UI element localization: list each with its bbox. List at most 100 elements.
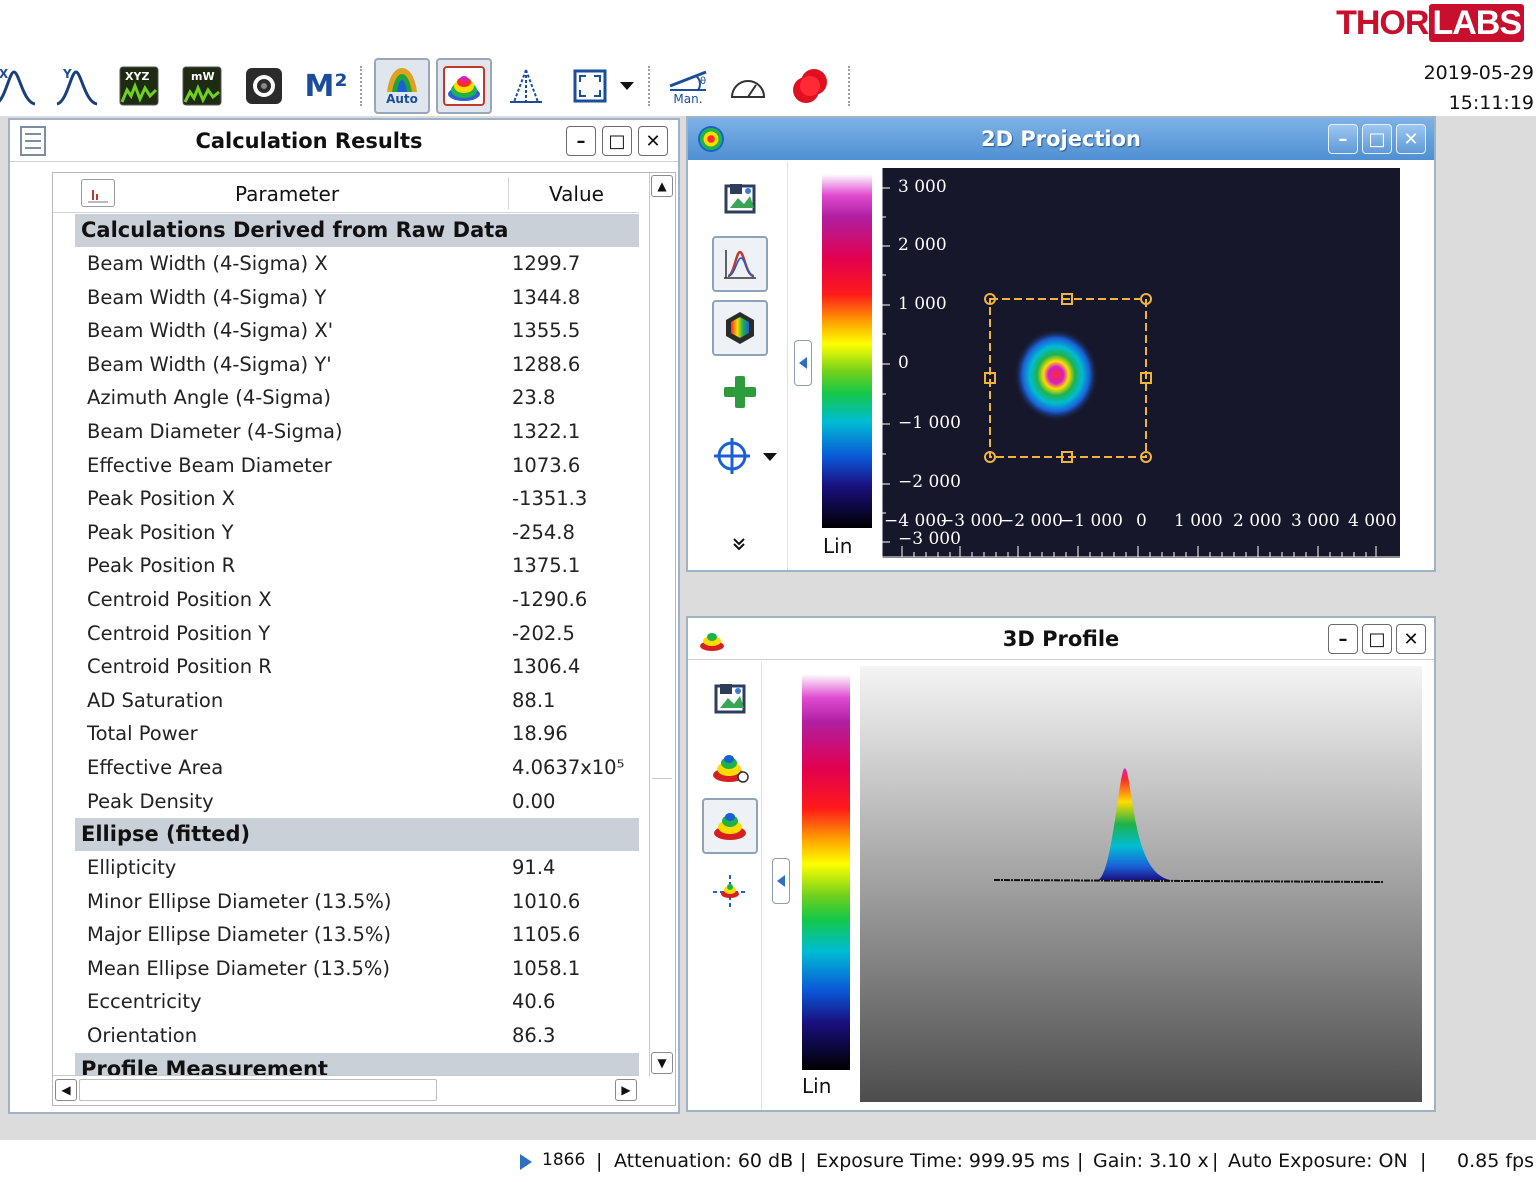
column-header-value[interactable]: Value xyxy=(549,182,604,206)
color-palette-button[interactable] xyxy=(712,300,768,356)
x-profile-button[interactable]: X xyxy=(0,58,42,114)
scroll-up-button[interactable]: ▲ xyxy=(651,175,673,197)
thorlabs-logo: THOR LABS xyxy=(1336,4,1524,43)
false-color-button[interactable] xyxy=(436,58,492,114)
table-row[interactable]: Total Power 18.96 xyxy=(75,717,639,751)
peak-icon xyxy=(510,69,542,103)
table-row[interactable]: Beam Width (4-Sigma) Y 1344.8 xyxy=(75,281,639,315)
row-value: 1306.4 xyxy=(512,655,581,679)
maximize-button[interactable]: □ xyxy=(602,126,632,156)
center-view-button[interactable] xyxy=(702,864,758,920)
surface-view-button[interactable] xyxy=(702,798,758,854)
scroll-down-button[interactable]: ▼ xyxy=(651,1052,673,1074)
surface-view-icon xyxy=(714,813,746,840)
scroll-left-button[interactable]: ◀ xyxy=(55,1079,77,1101)
row-value: 23.8 xyxy=(512,386,556,410)
maximize-button[interactable]: □ xyxy=(1362,124,1392,154)
xyz-chart-button[interactable]: XYZ xyxy=(111,58,167,114)
profile-3d-plot[interactable] xyxy=(860,666,1422,1102)
save-image-icon xyxy=(714,684,746,714)
fullscreen-dropdown[interactable] xyxy=(612,58,642,114)
row-value: 40.6 xyxy=(512,990,556,1014)
record-button[interactable] xyxy=(782,58,838,114)
column-divider[interactable] xyxy=(508,177,509,209)
horizontal-scrollbar[interactable]: ◀ ▶ xyxy=(53,1075,639,1105)
exposure-status: Exposure Time: 999.95 ms xyxy=(816,1150,1070,1172)
scroll-thumb[interactable] xyxy=(652,199,672,779)
h-scroll-thumb[interactable] xyxy=(79,1079,437,1101)
row-value: 1058.1 xyxy=(512,956,581,980)
table-row[interactable]: Azimuth Angle (4-Sigma) 23.8 xyxy=(75,381,639,415)
frame-counter: 1866 xyxy=(542,1150,586,1170)
gauge-button[interactable] xyxy=(720,58,776,114)
m2-button[interactable]: M² xyxy=(298,58,354,114)
table-row[interactable]: Eccentricity 40.6 xyxy=(75,985,639,1019)
projection-2d-titlebar[interactable]: 2D Projection – □ ✕ xyxy=(688,118,1434,160)
manual-button[interactable]: θ Man. xyxy=(660,58,716,114)
table-row[interactable]: Minor Ellipse Diameter (13.5%) 1010.6 xyxy=(75,885,639,919)
auto-button[interactable]: Auto xyxy=(374,58,430,114)
section-header[interactable]: Calculations Derived from Raw Data xyxy=(75,214,639,247)
projection-2d-title: 2D Projection xyxy=(980,127,1142,151)
more-tools-button[interactable] xyxy=(732,536,750,554)
table-row[interactable]: Peak Density 0.00 xyxy=(75,785,639,819)
chevron-down-icon xyxy=(763,453,777,461)
crosshair-button[interactable] xyxy=(704,428,760,484)
svg-text:X: X xyxy=(0,67,9,81)
camera-button[interactable] xyxy=(236,58,292,114)
calculation-results-titlebar[interactable]: Calculation Results – □ ✕ xyxy=(10,120,678,162)
profile-overlay-button[interactable] xyxy=(712,236,768,292)
table-row[interactable]: Centroid Position Y -202.5 xyxy=(75,617,639,651)
fullscreen-icon xyxy=(573,69,607,103)
table-menu-icon[interactable] xyxy=(81,179,115,207)
table-row[interactable]: Effective Area 4.0637x10⁵ xyxy=(75,751,639,785)
table-row[interactable]: Beam Width (4-Sigma) X 1299.7 xyxy=(75,247,639,281)
power-chart-icon: mW xyxy=(182,66,222,106)
table-row[interactable]: Major Ellipse Diameter (13.5%) 1105.6 xyxy=(75,918,639,952)
profile-3d-canvas xyxy=(993,768,1385,883)
play-icon[interactable] xyxy=(518,1152,534,1172)
table-row[interactable]: Peak Position R 1375.1 xyxy=(75,549,639,583)
section-header[interactable]: Ellipse (fitted) xyxy=(75,818,639,852)
table-row[interactable]: Mean Ellipse Diameter (13.5%) 1058.1 xyxy=(75,952,639,986)
close-button[interactable]: ✕ xyxy=(1396,124,1426,154)
minimize-button[interactable]: – xyxy=(1328,624,1358,654)
fullscreen-button[interactable] xyxy=(562,58,618,114)
close-button[interactable]: ✕ xyxy=(1396,624,1426,654)
close-button[interactable]: ✕ xyxy=(638,126,668,156)
minimize-button[interactable]: – xyxy=(1328,124,1358,154)
crosshair-dropdown[interactable] xyxy=(762,448,780,462)
x-tick-label: −4 000 xyxy=(884,511,947,531)
minimize-button[interactable]: – xyxy=(566,126,596,156)
table-row[interactable]: Centroid Position X -1290.6 xyxy=(75,583,639,617)
collapse-tools-button[interactable] xyxy=(794,340,812,386)
chevron-down-icon xyxy=(620,82,634,90)
profile-3d-titlebar[interactable]: 3D Profile – □ ✕ xyxy=(688,618,1434,660)
table-row[interactable]: Centroid Position R 1306.4 xyxy=(75,650,639,684)
table-row[interactable]: Orientation 86.3 xyxy=(75,1019,639,1053)
table-row[interactable]: Beam Diameter (4-Sigma) 1322.1 xyxy=(75,415,639,449)
save-image-button[interactable] xyxy=(712,170,768,226)
add-marker-button[interactable] xyxy=(712,364,768,420)
table-row[interactable]: Peak Position Y -254.8 xyxy=(75,516,639,550)
collapse-tools-button[interactable] xyxy=(772,858,790,904)
projection-plot[interactable]: 3 000 2 000 1 000 0 −1 000 −2 000 −3 000… xyxy=(882,168,1400,558)
x-tick-label: 3 000 xyxy=(1291,511,1340,531)
y-profile-button[interactable]: Y xyxy=(48,58,104,114)
section-header[interactable]: Profile Measurement xyxy=(75,1052,639,1076)
column-header-parameter[interactable]: Parameter xyxy=(235,182,339,206)
table-row[interactable]: Beam Width (4-Sigma) Y' 1288.6 xyxy=(75,348,639,382)
table-row[interactable]: Effective Beam Diameter 1073.6 xyxy=(75,449,639,483)
table-row[interactable]: Beam Width (4-Sigma) X' 1355.5 xyxy=(75,314,639,348)
table-row[interactable]: AD Saturation 88.1 xyxy=(75,684,639,718)
save-image-button[interactable] xyxy=(702,670,758,726)
center-view-icon xyxy=(713,875,747,909)
maximize-button[interactable]: □ xyxy=(1362,624,1392,654)
table-row[interactable]: Peak Position X -1351.3 xyxy=(75,482,639,516)
scroll-right-button[interactable]: ▶ xyxy=(615,1079,637,1101)
table-row[interactable]: Ellipticity 91.4 xyxy=(75,851,639,885)
power-chart-button[interactable]: mW xyxy=(174,58,230,114)
vertical-scrollbar[interactable]: ▲ ▼ xyxy=(649,173,675,1076)
rotate-view-button[interactable] xyxy=(702,740,758,796)
peak-button[interactable] xyxy=(498,58,554,114)
